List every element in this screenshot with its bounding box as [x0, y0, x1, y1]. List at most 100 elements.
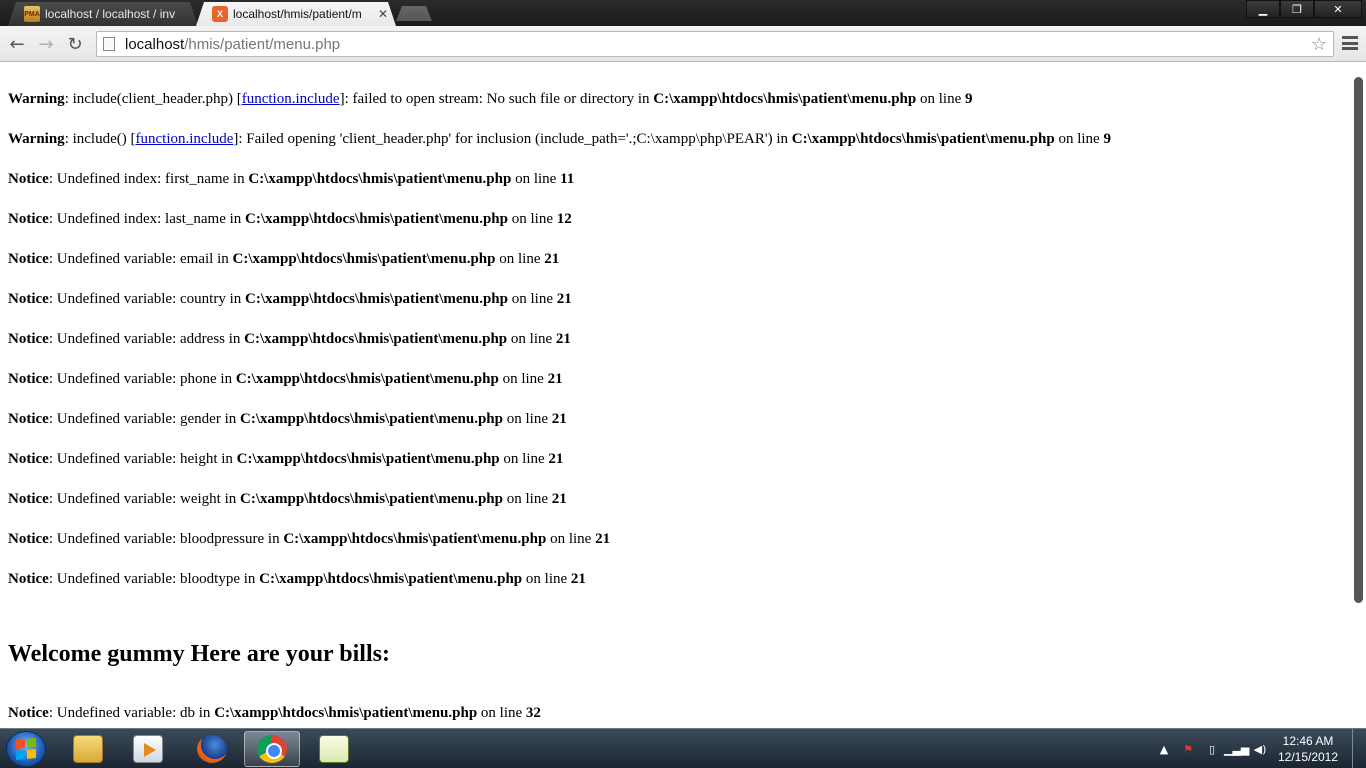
- message-level: Notice: [8, 251, 49, 267]
- browser-toolbar: ← → ↻ localhost/hmis/patient/menu.php ☆: [0, 26, 1366, 62]
- message-emphasis: 12: [556, 211, 572, 227]
- scrollbar[interactable]: [1351, 63, 1366, 728]
- message-emphasis: 11: [560, 171, 575, 187]
- message-text: : Undefined index: last_name in: [48, 211, 246, 227]
- system-tray: ▲ ⚑ ▯ ▁▃▅ ◀) 12:46 AM 12/15/2012: [1152, 729, 1366, 768]
- error-messages: Warning: include(client_header.php) [fun…: [8, 90, 1346, 610]
- page-viewport: Warning: include(client_header.php) [fun…: [0, 63, 1366, 728]
- message-text: : Undefined variable: country in: [48, 291, 245, 307]
- message-text: on line: [502, 411, 552, 427]
- message-level: Notice: [8, 211, 49, 227]
- message-text: : Undefined variable: email in: [48, 251, 233, 267]
- php-notice-message: Notice: Undefined variable: address in C…: [8, 330, 1346, 370]
- message-text: : include(client_header.php) [: [64, 91, 242, 107]
- arrow-left-icon: ←: [9, 33, 25, 55]
- php-notice-message: Notice: Undefined index: first_name in C…: [8, 170, 1346, 210]
- close-icon[interactable]: ✕: [378, 7, 388, 21]
- message-emphasis: C:\xampp\htdocs\hmis\patient\menu.php: [248, 171, 512, 187]
- message-emphasis: 9: [964, 91, 973, 107]
- taskbar-firefox[interactable]: [184, 731, 240, 767]
- taskbar-explorer[interactable]: [60, 731, 116, 767]
- message-text: on line: [916, 91, 965, 107]
- message-level: Notice: [8, 411, 49, 427]
- message-text: : Undefined variable: height in: [48, 451, 237, 467]
- show-desktop-button[interactable]: [1352, 729, 1366, 768]
- message-emphasis: C:\xampp\htdocs\hmis\patient\menu.php: [245, 211, 508, 227]
- php-notice-message: Notice: Undefined variable: bloodpressur…: [8, 530, 1346, 570]
- start-button[interactable]: [6, 731, 46, 767]
- php-notice-message: Notice: Undefined variable: bloodtype in…: [8, 570, 1346, 610]
- clock-time: 12:46 AM: [1282, 734, 1334, 748]
- taskbar-clock[interactable]: 12:46 AM 12/15/2012: [1272, 733, 1344, 765]
- message-text: on line: [522, 571, 571, 587]
- tab-label: localhost / localhost / inv: [45, 7, 176, 21]
- php-warning-message: Warning: include() [function.include]: F…: [8, 130, 1346, 170]
- message-text: on line: [477, 705, 526, 721]
- menu-icon[interactable]: [1342, 35, 1358, 51]
- tab-phpmyadmin[interactable]: PMA localhost / localhost / inv: [8, 2, 198, 26]
- php-warning-message: Warning: include(client_header.php) [fun…: [8, 90, 1346, 130]
- message-text: : Undefined variable: weight in: [48, 491, 241, 507]
- taskbar: ▲ ⚑ ▯ ▁▃▅ ◀) 12:46 AM 12/15/2012: [0, 728, 1366, 768]
- php-notice-message: Notice: Undefined variable: weight in C:…: [8, 490, 1346, 530]
- message-text: ]: Failed opening 'client_header.php' fo…: [233, 131, 792, 147]
- message-text: on line: [508, 211, 557, 227]
- media-player-icon: [133, 735, 163, 763]
- php-notice-message: Notice: Undefined variable: gender in C:…: [8, 410, 1346, 450]
- error-messages-after: Notice: Undefined variable: db in C:\xam…: [8, 704, 1346, 728]
- message-emphasis: C:\xampp\htdocs\hmis\patient\menu.php: [259, 571, 523, 587]
- device-icon[interactable]: ▯: [1200, 743, 1224, 756]
- window-controls: ▁ ❐ ✕: [1246, 0, 1362, 18]
- message-text: on line: [503, 491, 552, 507]
- taskbar-notepad-plus-plus[interactable]: [306, 731, 362, 767]
- message-text: ]: failed to open stream: No such file o…: [339, 91, 654, 107]
- address-bar[interactable]: localhost/hmis/patient/menu.php ☆: [96, 31, 1334, 57]
- message-text: on line: [499, 451, 549, 467]
- message-emphasis: C:\xampp\htdocs\hmis\patient\menu.php: [214, 705, 478, 721]
- message-text: : Undefined variable: bloodpressure in: [48, 531, 284, 547]
- taskbar-chrome[interactable]: [244, 731, 300, 767]
- message-level: Notice: [8, 291, 49, 307]
- close-window-button[interactable]: ✕: [1314, 0, 1362, 18]
- message-text: on line: [495, 251, 545, 267]
- message-emphasis: C:\xampp\htdocs\hmis\patient\menu.php: [791, 131, 1055, 147]
- message-emphasis: 32: [525, 705, 541, 721]
- php-notice-message: Notice: Undefined variable: phone in C:\…: [8, 370, 1346, 410]
- action-center-flag-icon[interactable]: ⚑: [1176, 743, 1200, 756]
- message-level: Warning: [8, 91, 65, 107]
- message-emphasis: 21: [551, 411, 567, 427]
- taskbar-media-player[interactable]: [120, 731, 176, 767]
- message-emphasis: C:\xampp\htdocs\hmis\patient\menu.php: [240, 491, 503, 507]
- firefox-icon: [197, 735, 227, 763]
- arrow-right-icon: →: [38, 33, 54, 55]
- message-text: on line: [546, 531, 596, 547]
- show-hidden-icons-icon[interactable]: ▲: [1152, 743, 1176, 756]
- new-tab-button[interactable]: [396, 6, 432, 21]
- volume-icon[interactable]: ◀): [1248, 743, 1272, 756]
- windows-logo-icon: [16, 737, 36, 761]
- tab-label: localhost/hmis/patient/m: [233, 7, 362, 21]
- forward-button[interactable]: →: [34, 32, 58, 56]
- function-include-link[interactable]: function.include: [242, 91, 340, 107]
- browser-titlebar: PMA localhost / localhost / inv X localh…: [0, 0, 1366, 26]
- message-text: on line: [507, 331, 556, 347]
- minimize-button[interactable]: ▁: [1246, 0, 1280, 18]
- message-emphasis: 21: [551, 491, 567, 507]
- message-text: : include() [: [64, 131, 136, 147]
- bookmark-star-icon[interactable]: ☆: [1311, 34, 1327, 55]
- url-path: /hmis/patient/menu.php: [184, 35, 341, 53]
- windows-explorer-icon: [73, 735, 103, 763]
- reload-button[interactable]: ↻: [63, 32, 87, 56]
- message-level: Notice: [8, 571, 49, 587]
- message-text: on line: [498, 371, 548, 387]
- function-include-link[interactable]: function.include: [136, 131, 234, 147]
- message-level: Notice: [8, 491, 49, 507]
- message-emphasis: C:\xampp\htdocs\hmis\patient\menu.php: [283, 531, 547, 547]
- url-host: localhost: [125, 35, 185, 53]
- notepad-plus-plus-icon: [319, 735, 349, 763]
- network-signal-icon[interactable]: ▁▃▅: [1224, 743, 1249, 756]
- tab-menu-php[interactable]: X localhost/hmis/patient/m ✕: [196, 2, 396, 26]
- restore-button[interactable]: ❐: [1280, 0, 1314, 18]
- back-button[interactable]: ←: [5, 32, 29, 56]
- scrollbar-thumb[interactable]: [1354, 77, 1363, 603]
